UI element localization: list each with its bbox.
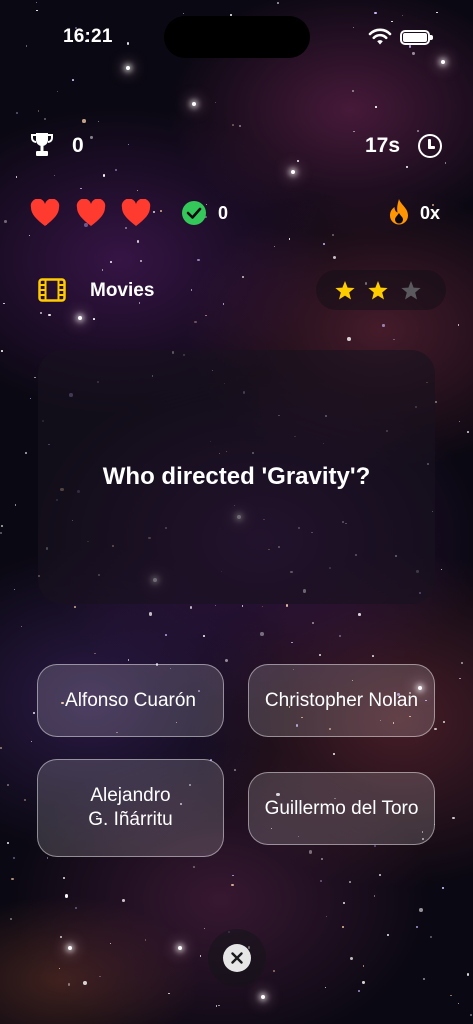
star-empty-icon (401, 281, 421, 300)
dynamic-island (164, 16, 310, 58)
star-filled-icon (368, 281, 388, 300)
answer-button[interactable]: Guillermo del Toro (248, 772, 435, 845)
heart-icon (30, 199, 60, 226)
question-text: Who directed 'Gravity'? (102, 463, 371, 490)
close-icon (231, 952, 243, 964)
close-button[interactable] (223, 944, 251, 972)
category-row: Movies (0, 268, 473, 312)
stats-row-mid: 0 0x (0, 196, 473, 232)
flame-icon (390, 199, 408, 225)
heart-icon (121, 199, 151, 226)
difficulty-rating (316, 270, 446, 310)
answer-button[interactable]: Christopher Nolan (248, 664, 435, 737)
heart-icon (76, 199, 106, 226)
star-filled-icon (335, 281, 355, 300)
trophy-icon (31, 133, 53, 156)
answer-button[interactable]: Alfonso Cuarón (37, 664, 224, 737)
film-icon (38, 278, 66, 302)
correct-count: 0 (218, 203, 229, 223)
battery-icon (400, 30, 433, 45)
question-card: Who directed 'Gravity'? (38, 350, 435, 604)
checkmark-circle-icon (182, 201, 206, 225)
timer-value: 17s (365, 134, 401, 157)
wifi-icon (368, 28, 392, 45)
clock-icon (418, 134, 442, 158)
score-value: 0 (72, 134, 84, 157)
streak-value: 0x (420, 203, 441, 223)
category-label: Movies (90, 280, 155, 301)
status-time: 16:21 (63, 26, 113, 47)
stats-row-top: 0 17s (0, 128, 473, 164)
answer-button[interactable]: Alejandro G. Iñárritu (37, 759, 224, 857)
